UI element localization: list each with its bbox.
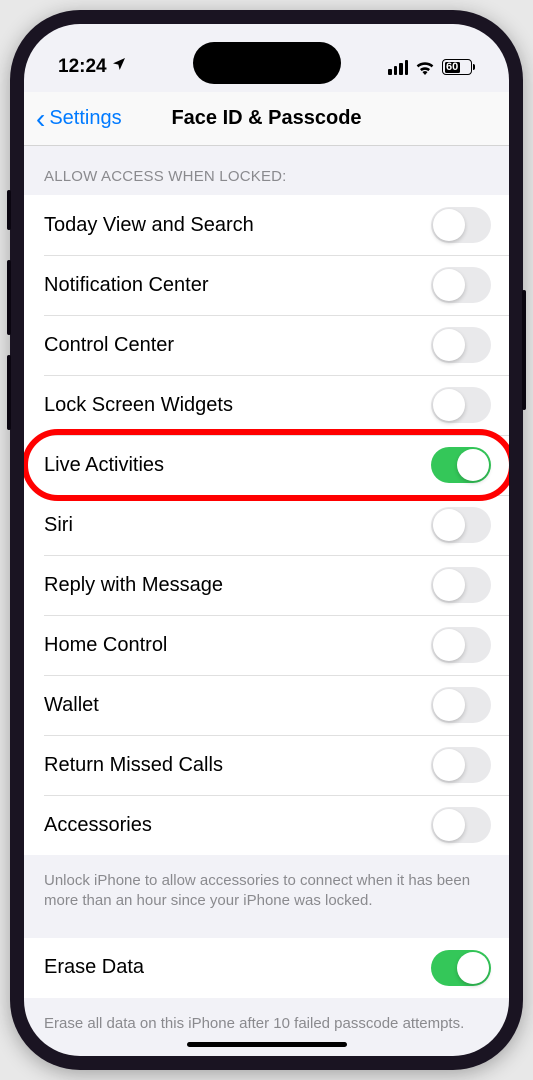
settings-row: Return Missed Calls: [24, 735, 509, 795]
section-header: ALLOW ACCESS WHEN LOCKED:: [24, 168, 509, 195]
settings-row: Control Center: [24, 315, 509, 375]
row-label: Home Control: [44, 634, 167, 657]
row-label: Lock Screen Widgets: [44, 394, 233, 417]
toggle-switch[interactable]: [431, 387, 491, 423]
page-title: Face ID & Passcode: [171, 107, 361, 130]
wifi-icon: [415, 60, 435, 75]
settings-row: Home Control: [24, 615, 509, 675]
erase-data-row: Erase Data: [24, 938, 509, 998]
nav-bar: ‹ Settings Face ID & Passcode: [24, 92, 509, 146]
settings-row: Today View and Search: [24, 195, 509, 255]
erase-data-list: Erase Data: [24, 938, 509, 998]
volume-down-button: [7, 355, 11, 430]
status-left: 12:24: [58, 56, 127, 78]
toggle-switch[interactable]: [431, 627, 491, 663]
power-button: [522, 290, 526, 410]
toggle-switch[interactable]: [431, 807, 491, 843]
row-label: Erase Data: [44, 956, 144, 979]
row-label: Today View and Search: [44, 214, 254, 237]
battery-percent: 60: [446, 61, 458, 73]
settings-row: Reply with Message: [24, 555, 509, 615]
settings-row: Wallet: [24, 675, 509, 735]
settings-row: Notification Center: [24, 255, 509, 315]
side-button: [7, 190, 11, 230]
row-label: Accessories: [44, 814, 152, 837]
toggle-switch[interactable]: [431, 567, 491, 603]
back-button[interactable]: ‹ Settings: [36, 105, 122, 133]
toggle-switch[interactable]: [431, 327, 491, 363]
settings-list: Today View and Search Notification Center…: [24, 195, 509, 855]
battery-icon: 60: [442, 59, 475, 75]
row-label: Notification Center: [44, 274, 209, 297]
status-right: 60: [388, 59, 475, 75]
content-scroll[interactable]: ALLOW ACCESS WHEN LOCKED: Today View and…: [24, 146, 509, 1056]
row-label: Wallet: [44, 694, 99, 717]
row-label: Reply with Message: [44, 574, 223, 597]
row-label: Live Activities: [44, 454, 164, 477]
toggle-switch[interactable]: [431, 687, 491, 723]
row-label: Siri: [44, 514, 73, 537]
volume-up-button: [7, 260, 11, 335]
location-icon: [111, 56, 127, 78]
settings-row: Accessories: [24, 795, 509, 855]
toggle-switch[interactable]: [431, 267, 491, 303]
screen: 12:24 60: [24, 24, 509, 1056]
settings-row: Siri: [24, 495, 509, 555]
home-indicator[interactable]: [187, 1042, 347, 1047]
chevron-left-icon: ‹: [36, 105, 45, 133]
erase-data-toggle[interactable]: [431, 950, 491, 986]
row-label: Control Center: [44, 334, 174, 357]
toggle-switch[interactable]: [431, 747, 491, 783]
section-footer: Unlock iPhone to allow accessories to co…: [24, 863, 509, 938]
toggle-switch[interactable]: [431, 207, 491, 243]
phone-frame: 12:24 60: [10, 10, 523, 1070]
back-label: Settings: [49, 107, 121, 130]
cellular-icon: [388, 60, 408, 75]
row-label: Return Missed Calls: [44, 754, 223, 777]
status-time: 12:24: [58, 56, 107, 78]
dynamic-island: [193, 42, 341, 84]
settings-row: Lock Screen Widgets: [24, 375, 509, 435]
toggle-switch[interactable]: [431, 447, 491, 483]
toggle-switch[interactable]: [431, 507, 491, 543]
erase-footer: Erase all data on this iPhone after 10 f…: [24, 1006, 509, 1057]
settings-row: Live Activities: [24, 435, 509, 495]
